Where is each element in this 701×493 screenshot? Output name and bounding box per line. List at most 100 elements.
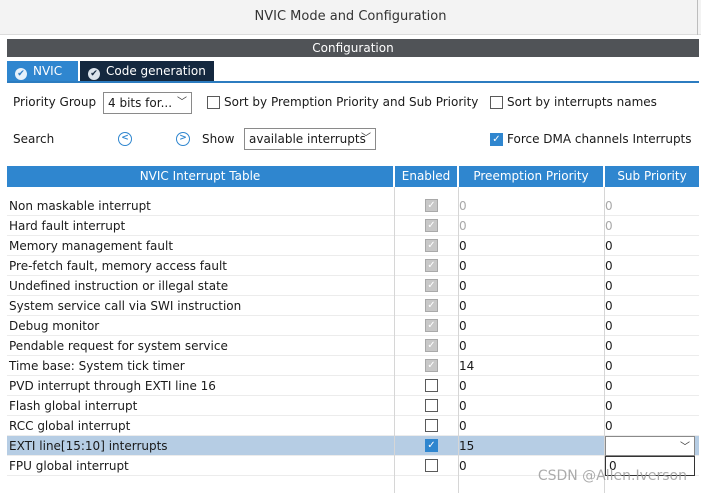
sub-priority-cell[interactable]: 0 xyxy=(605,256,697,276)
preemption-priority-cell[interactable]: 0 xyxy=(459,256,604,276)
preemption-priority-cell[interactable]: 0 xyxy=(459,336,604,356)
sub-priority-cell[interactable]: 0 xyxy=(605,356,697,376)
show-label: Show xyxy=(202,132,235,146)
sort-names-checkbox[interactable] xyxy=(490,96,503,109)
enabled-cell xyxy=(395,376,459,396)
preemption-priority-cell[interactable]: 0 xyxy=(459,196,604,216)
enabled-checkbox: ✓ xyxy=(425,279,438,292)
table-row[interactable]: Non maskable interrupt ✓ 0 0 xyxy=(7,196,699,216)
enabled-cell: ✓ xyxy=(395,256,459,276)
enabled-checkbox[interactable]: ✓ xyxy=(425,439,438,452)
table-row[interactable]: Hard fault interrupt ✓ 0 0 xyxy=(7,216,699,236)
show-filter-value: available interrupts xyxy=(249,132,366,146)
tab-code-generation-label: Code generation xyxy=(106,64,206,78)
enabled-checkbox: ✓ xyxy=(425,259,438,272)
force-dma-label: Force DMA channels Interrupts xyxy=(507,132,692,146)
force-dma-checkbox[interactable]: ✓ xyxy=(490,133,503,146)
chevron-right-circle-icon[interactable]: > xyxy=(176,132,190,146)
enabled-cell: ✓ xyxy=(395,316,459,336)
column-divider xyxy=(394,187,395,493)
preemption-priority-cell[interactable]: 0 xyxy=(459,236,604,256)
sort-names-label: Sort by interrupts names xyxy=(507,95,657,109)
enabled-checkbox: ✓ xyxy=(425,339,438,352)
table-row[interactable]: PVD interrupt through EXTI line 16 0 0 xyxy=(7,376,699,396)
enabled-cell: ✓ xyxy=(395,296,459,316)
enabled-cell: ✓ xyxy=(395,216,459,236)
table-row[interactable]: Pre-fetch fault, memory access fault ✓ 0 0 xyxy=(7,256,699,276)
column-header-name[interactable]: NVIC Interrupt Table xyxy=(7,166,394,187)
enabled-cell: ✓ xyxy=(395,196,459,216)
watermark: CSDN @Allen.Iverson xyxy=(537,468,687,484)
preemption-priority-cell[interactable]: 0 xyxy=(459,276,604,296)
configuration-header: Configuration xyxy=(7,39,699,57)
table-row[interactable]: Undefined instruction or illegal state ✓ 0… xyxy=(7,276,699,296)
column-header-enabled[interactable]: Enabled xyxy=(395,166,458,187)
enabled-checkbox[interactable] xyxy=(425,419,438,432)
enabled-cell: ✓ xyxy=(395,276,459,296)
table-row[interactable]: Flash global interrupt 0 0 xyxy=(7,396,699,416)
interrupt-name: Non maskable interrupt xyxy=(9,199,151,213)
enabled-checkbox[interactable] xyxy=(425,379,438,392)
enabled-checkbox: ✓ xyxy=(425,239,438,252)
preemption-priority-cell[interactable]: 0 xyxy=(459,296,604,316)
search-label: Search xyxy=(13,132,55,146)
enabled-cell: ✓ xyxy=(395,356,459,376)
preemption-priority-cell[interactable]: 0 xyxy=(459,416,604,436)
enabled-checkbox[interactable] xyxy=(425,399,438,412)
sub-priority-cell[interactable]: 0 xyxy=(605,216,697,236)
check-circle-icon: ✔ xyxy=(88,68,100,80)
interrupt-name: Hard fault interrupt xyxy=(9,219,126,233)
tab-nvic[interactable]: ✔ NVIC xyxy=(7,61,78,81)
enabled-checkbox[interactable] xyxy=(425,459,438,472)
chevron-down-icon: ﹀ xyxy=(177,97,187,108)
chevron-down-icon: ﹀ xyxy=(361,133,371,144)
preemption-priority-cell[interactable]: 0 xyxy=(459,316,604,336)
priority-group-select[interactable]: 4 bits for... ﹀ xyxy=(103,92,192,114)
interrupt-name: Flash global interrupt xyxy=(9,399,138,413)
column-header-sub-priority[interactable]: Sub Priority xyxy=(605,166,699,187)
sub-priority-cell[interactable]: 0 xyxy=(605,396,697,416)
tab-code-generation[interactable]: ✔ Code generation xyxy=(80,61,214,81)
table-row[interactable]: EXTI line[15:10] interrupts ✓ 15 ﹀ xyxy=(7,436,699,456)
preemption-priority-cell[interactable]: 0 xyxy=(459,216,604,236)
column-divider xyxy=(604,187,605,493)
sort-premption-checkbox[interactable] xyxy=(207,96,220,109)
window-title-bar: NVIC Mode and Configuration xyxy=(0,0,701,35)
preemption-priority-cell[interactable]: 14 xyxy=(459,356,604,376)
sub-priority-cell[interactable]: 0 xyxy=(605,276,697,296)
sub-priority-cell[interactable]: 0 xyxy=(605,236,697,256)
enabled-checkbox: ✓ xyxy=(425,219,438,232)
interrupt-name: Time base: System tick timer xyxy=(9,359,185,373)
show-filter-select[interactable]: available interrupts ﹀ xyxy=(244,128,376,150)
interrupt-name: RCC global interrupt xyxy=(9,419,131,433)
sub-priority-cell[interactable]: 0 xyxy=(605,376,697,396)
table-header: NVIC Interrupt Table Enabled Preemption … xyxy=(7,166,699,187)
preemption-priority-cell[interactable]: 0 xyxy=(459,376,604,396)
table-row[interactable]: Pendable request for system service ✓ 0 0 xyxy=(7,336,699,356)
table-row[interactable]: Time base: System tick timer ✓ 14 0 xyxy=(7,356,699,376)
column-header-preemption[interactable]: Preemption Priority xyxy=(459,166,604,187)
preemption-priority-cell[interactable]: 15 xyxy=(459,436,604,456)
table-row[interactable]: System service call via SWI instruction ✓… xyxy=(7,296,699,316)
enabled-cell: ✓ xyxy=(395,336,459,356)
preemption-priority-cell[interactable]: 0 xyxy=(459,396,604,416)
tab-bar: ✔ NVIC ✔ Code generation xyxy=(7,61,699,83)
sort-premption-label: Sort by Premption Priority and Sub Prior… xyxy=(224,95,479,109)
sub-priority-cell[interactable]: 0 xyxy=(605,296,697,316)
enabled-checkbox: ✓ xyxy=(425,359,438,372)
chevron-left-circle-icon[interactable]: < xyxy=(118,132,132,146)
interrupt-name: FPU global interrupt xyxy=(9,459,129,473)
priority-group-label: Priority Group xyxy=(13,95,97,109)
enabled-checkbox: ✓ xyxy=(425,199,438,212)
sub-priority-cell[interactable]: 0 xyxy=(605,196,697,216)
table-row[interactable]: Debug monitor ✓ 0 0 xyxy=(7,316,699,336)
table-row[interactable]: RCC global interrupt 0 0 xyxy=(7,416,699,436)
table-row[interactable]: Memory management fault ✓ 0 0 xyxy=(7,236,699,256)
sub-priority-cell[interactable]: 0 xyxy=(605,336,697,356)
sub-priority-cell[interactable]: 0 xyxy=(605,316,697,336)
interrupt-name: Pre-fetch fault, memory access fault xyxy=(9,259,228,273)
chevron-down-icon: ﹀ xyxy=(680,442,690,453)
sub-priority-select[interactable]: ﹀ xyxy=(605,436,695,456)
column-divider xyxy=(458,187,459,493)
sub-priority-cell[interactable]: 0 xyxy=(605,416,697,436)
